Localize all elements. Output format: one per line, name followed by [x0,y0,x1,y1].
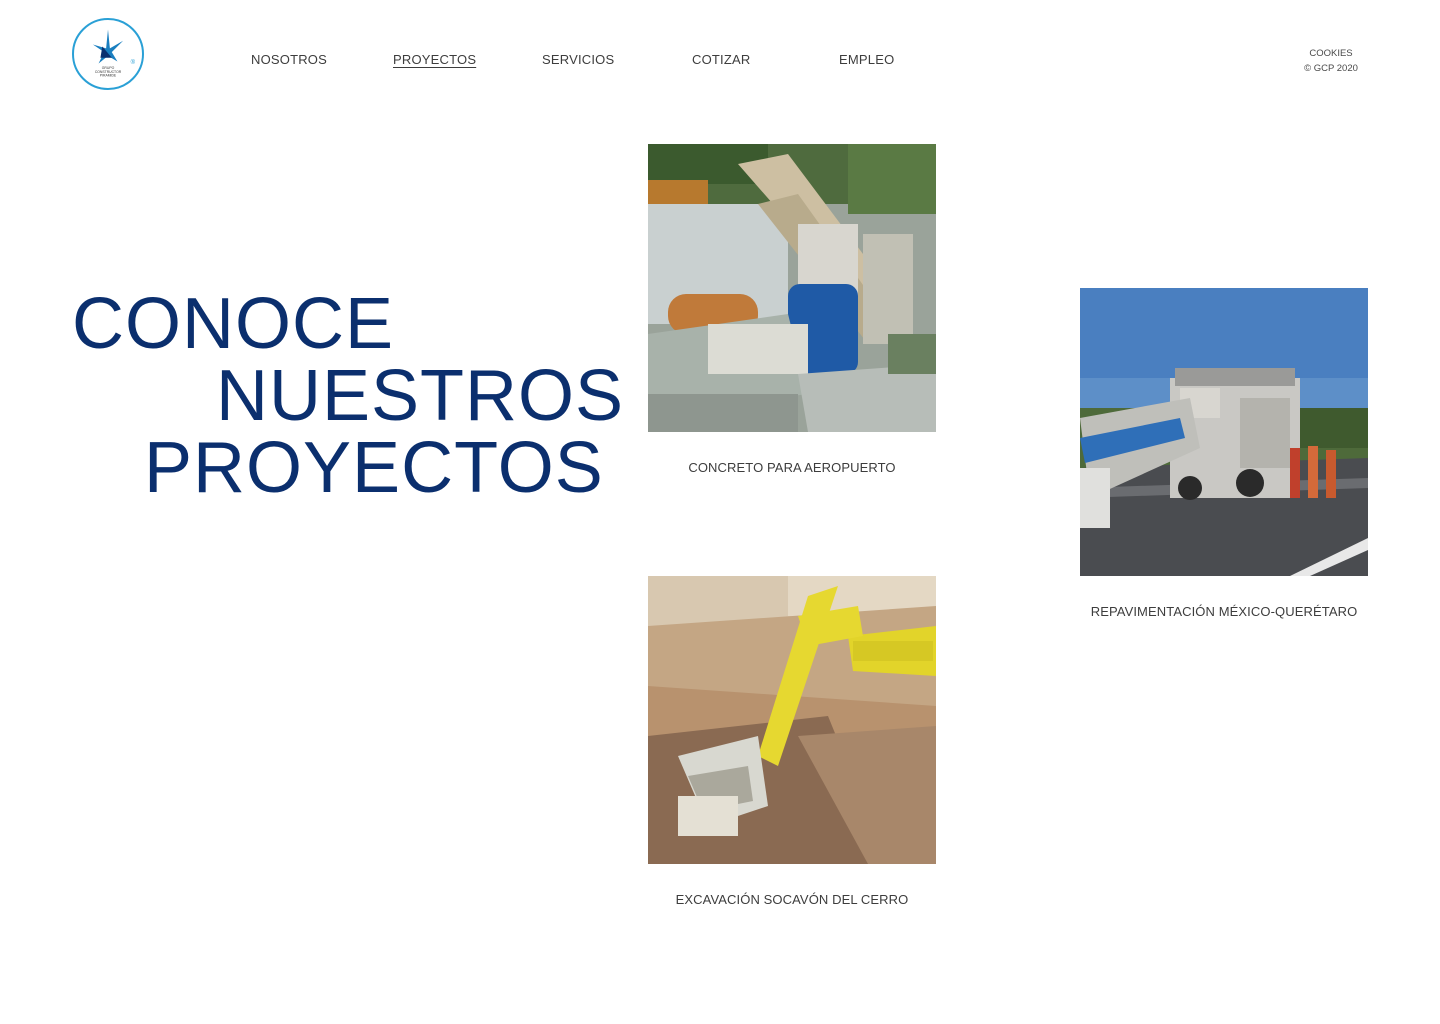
project-caption: CONCRETO PARA AEROPUERTO [688,460,896,475]
cookies-link[interactable]: COOKIES [1290,46,1372,61]
hero-line-3: PROYECTOS [144,428,604,508]
project-card-concreto[interactable]: CONCRETO PARA AEROPUERTO [648,144,936,475]
pyramid-logo-icon: GRUPO CONSTRUCTOR PIRAMIDE [92,29,124,78]
project-caption: EXCAVACIÓN SOCAVÓN DEL CERRO [675,892,909,907]
copyright-text: © GCP 2020 [1304,63,1358,74]
hero-line-1: CONOCE [72,284,395,364]
paving-machine-photo [1080,288,1368,576]
nav-item-nosotros[interactable]: NOSOTROS [251,52,327,67]
page-title: CONOCE NUESTROS PROYECTOS [72,284,625,508]
nav-item-empleo[interactable]: EMPLEO [839,52,894,67]
nav-item-servicios[interactable]: SERVICIOS [542,52,614,67]
concrete-plant-photo [648,144,936,432]
project-card-repavimentacion[interactable]: REPAVIMENTACIÓN MÉXICO-QUERÉTARO [1080,288,1368,619]
project-card-excavacion[interactable]: EXCAVACIÓN SOCAVÓN DEL CERRO [648,576,936,907]
logo-text-line3: PIRAMIDE [100,74,117,78]
nav-item-cotizar[interactable]: COTIZAR [692,52,750,67]
excavator-photo [648,576,936,864]
registered-mark: ® [130,60,135,66]
hero-line-2: NUESTROS [216,356,625,436]
nav-item-proyectos[interactable]: PROYECTOS [393,52,476,67]
company-logo[interactable]: GRUPO CONSTRUCTOR PIRAMIDE ® [72,18,144,90]
corner-links: COOKIES © GCP 2020 [1290,46,1372,76]
project-caption: REPAVIMENTACIÓN MÉXICO-QUERÉTARO [1090,604,1358,619]
